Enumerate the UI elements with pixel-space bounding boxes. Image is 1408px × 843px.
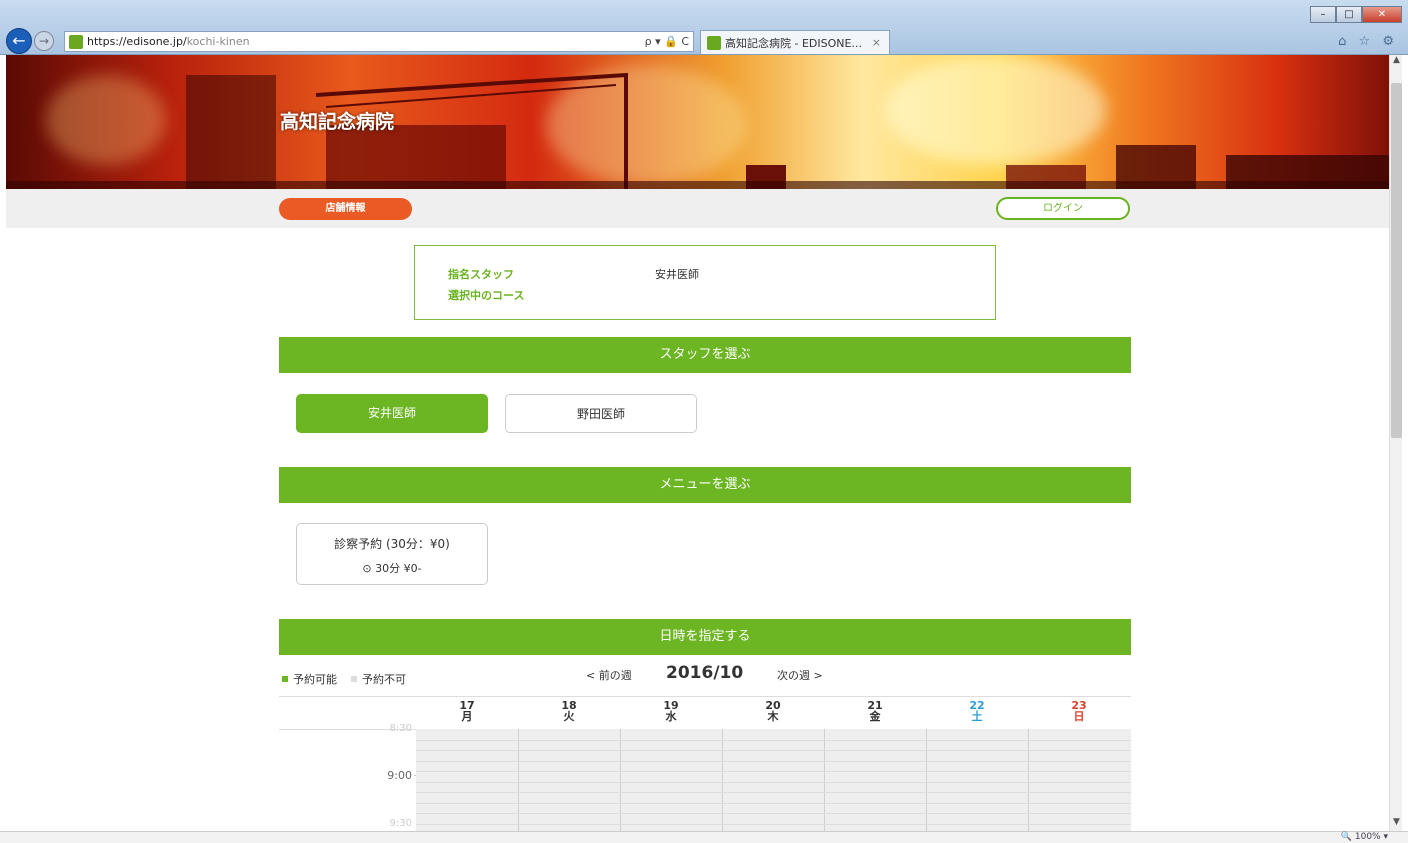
shop-info-button[interactable]: 店舗情報	[279, 198, 412, 220]
day-header: 18 火	[549, 700, 589, 722]
day-weekday: 金	[869, 710, 881, 723]
day-header: 20 木	[753, 700, 793, 722]
staff-label: 指名スタッフ	[448, 268, 514, 281]
staff-option-yasui[interactable]: 安井医師	[296, 394, 488, 433]
day-weekday: 土	[971, 710, 983, 723]
day-weekday: 水	[665, 710, 677, 723]
tab-favicon-icon	[707, 35, 721, 50]
window-controls: – □ ✕	[1310, 6, 1402, 23]
menu-detail-text: 30分 ¥0-	[375, 562, 422, 575]
time-label: 9:30	[389, 818, 412, 829]
scroll-thumb[interactable]	[1391, 83, 1402, 438]
legend-available: 予約可能	[293, 673, 337, 686]
day-weekday: 日	[1073, 710, 1085, 723]
day-header: 21 金	[855, 700, 895, 722]
next-week-link[interactable]: 次の週 >	[777, 667, 823, 683]
url-path: kochi-kinen	[186, 35, 250, 48]
unavailable-swatch	[351, 676, 357, 682]
forward-button[interactable]: →	[34, 31, 54, 51]
banner-silhouette	[6, 72, 1389, 189]
grid-column-line	[620, 729, 621, 831]
minimize-button[interactable]: –	[1310, 6, 1336, 23]
grid-column-line	[926, 729, 927, 831]
back-button[interactable]: ←	[6, 28, 32, 54]
grid-row-line	[416, 792, 1131, 793]
hero-banner: 高知記念病院	[6, 55, 1389, 189]
page-viewport: 高知記念病院 店舗情報 ログイン 指名スタッフ 安井医師 選択中のコース スタッ…	[6, 55, 1389, 831]
menu-option-card[interactable]: 診察予約 (30分：¥0) ⊙ 30分 ¥0-	[296, 523, 488, 585]
time-label: 9:00	[387, 769, 412, 782]
grid-column-line	[824, 729, 825, 831]
available-swatch	[282, 676, 288, 682]
timeslot-grid[interactable]	[416, 729, 1131, 831]
calendar-month: 2016/10	[666, 663, 744, 683]
grid-row-line	[416, 750, 1131, 751]
staff-option-noda[interactable]: 野田医師	[505, 394, 697, 433]
course-label: 選択中のコース	[448, 289, 525, 302]
menu-detail: ⊙ 30分 ¥0-	[297, 560, 487, 576]
tab-close-icon[interactable]: ×	[872, 36, 881, 49]
browser-toolbar: – □ ✕ ← → https://edisone.jp/kochi-kinen…	[0, 0, 1408, 55]
login-button[interactable]: ログイン	[996, 197, 1130, 220]
day-header: 23 日	[1059, 700, 1099, 722]
scroll-up-arrow-icon[interactable]: ▲	[1390, 55, 1403, 69]
day-header: 19 水	[651, 700, 691, 722]
scroll-down-arrow-icon[interactable]: ▼	[1390, 817, 1403, 831]
maximize-button[interactable]: □	[1336, 6, 1362, 23]
staff-section-header: スタッフを選ぶ	[279, 337, 1131, 373]
browser-tool-icons[interactable]: ⌂ ☆ ⚙	[1338, 34, 1398, 49]
address-tools[interactable]: ρ ▾ 🔒 C	[645, 35, 689, 48]
hospital-title: 高知記念病院	[280, 111, 395, 133]
tab-title: 高知記念病院 - EDISONE...	[725, 36, 862, 50]
status-bar: 🔍 100% ▾	[0, 831, 1408, 843]
legend-unavailable: 予約不可	[362, 673, 406, 686]
availability-legend: 予約可能 予約不可	[282, 671, 406, 687]
site-favicon-icon	[69, 34, 83, 49]
sub-navigation: 店舗情報 ログイン	[6, 189, 1389, 228]
menu-title: 診察予約 (30分：¥0)	[334, 537, 450, 551]
day-weekday: 月	[461, 710, 473, 723]
close-window-button[interactable]: ✕	[1362, 6, 1402, 23]
day-weekday: 木	[767, 710, 779, 723]
grid-row-line	[416, 760, 1131, 762]
browser-tab[interactable]: 高知記念病院 - EDISONE... ×	[700, 30, 890, 54]
grid-row-line	[416, 781, 1131, 783]
grid-column-line	[1028, 729, 1029, 831]
grid-row-line	[416, 823, 1131, 825]
day-weekday: 火	[563, 710, 575, 723]
vertical-scrollbar[interactable]: ▲ ▼	[1389, 55, 1402, 831]
day-header: 22 土	[957, 700, 997, 722]
zoom-level[interactable]: 100%	[1355, 832, 1381, 842]
url-host: https://edisone.jp/	[87, 35, 187, 48]
title-bar	[0, 0, 1408, 28]
grid-column-line	[722, 729, 723, 831]
day-header: 17 月	[447, 700, 487, 722]
grid-row-line	[416, 739, 1131, 741]
datetime-section-header: 日時を指定する	[279, 619, 1131, 655]
staff-value: 安井医師	[655, 268, 699, 281]
grid-row-line	[416, 802, 1131, 804]
grid-column-line	[518, 729, 519, 831]
address-bar[interactable]: https://edisone.jp/kochi-kinen ρ ▾ 🔒 C	[64, 31, 694, 52]
menu-section-header: メニューを選ぶ	[279, 467, 1131, 503]
grid-row-line	[416, 771, 1131, 772]
clock-icon: ⊙	[362, 562, 372, 575]
nav-buttons: ← →	[6, 28, 54, 54]
prev-week-link[interactable]: < 前の週	[586, 667, 632, 683]
calendar-divider	[279, 696, 1131, 697]
selection-summary: 指名スタッフ 安井医師 選択中のコース	[414, 245, 996, 320]
time-label: 8:30	[389, 723, 412, 734]
grid-row-line	[416, 813, 1131, 814]
